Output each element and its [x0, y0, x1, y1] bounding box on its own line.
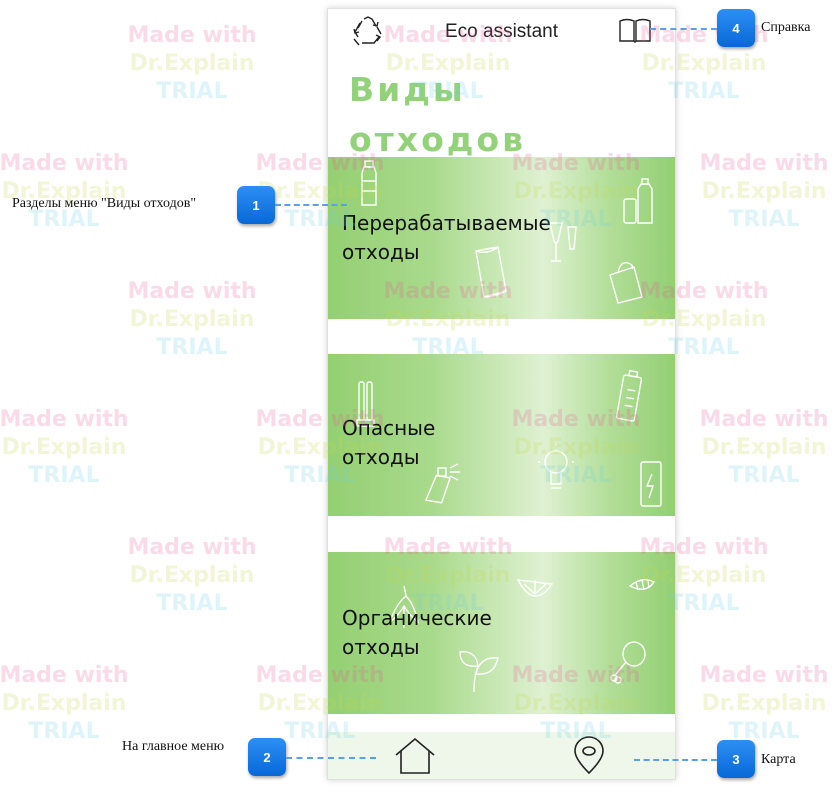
- callout-label-4: Справка: [761, 20, 811, 35]
- app-screen: Eco assistant Виды отходов Перерабатывае…: [327, 8, 676, 780]
- callout-badge-2: 2: [248, 738, 286, 776]
- menu-card-recyclable[interactable]: Перерабатываемые отходы: [328, 157, 675, 319]
- top-bar: Eco assistant: [328, 9, 675, 55]
- callout-badge-4: 4: [717, 9, 755, 47]
- light-bulb-icon: [538, 444, 574, 489]
- bag-icon: [609, 262, 643, 304]
- bottom-nav-bar: [328, 732, 675, 779]
- menu-card-label: Опасные отходы: [342, 416, 436, 469]
- bottle-icon: [361, 160, 377, 206]
- menu-card-label: Перерабатываемые отходы: [342, 211, 551, 264]
- page-title-line1: Виды: [349, 70, 466, 109]
- watermark: Made with Dr.Explain TRIAL: [0, 151, 129, 232]
- watermark: Made with Dr.Explain TRIAL: [699, 663, 829, 744]
- callout-line-1: [275, 204, 347, 206]
- page-title: Виды отходов: [349, 65, 526, 165]
- battery-icon: [615, 369, 643, 422]
- watermark: Made with Dr.Explain TRIAL: [699, 407, 829, 488]
- callout-badge-1: 1: [237, 186, 275, 224]
- map-pin-icon[interactable]: [572, 735, 606, 775]
- watermark: Made with Dr.Explain TRIAL: [127, 535, 257, 616]
- callout-badge-3: 3: [717, 740, 755, 778]
- menu-card-label: Органические отходы: [342, 606, 492, 659]
- callout-line-2: [286, 757, 376, 759]
- callout-label-1: Разделы меню "Виды отходов": [12, 196, 197, 211]
- callout-line-4: [650, 28, 717, 30]
- book-icon[interactable]: [618, 17, 652, 45]
- menu-card-organic[interactable]: Органические отходы: [328, 552, 675, 714]
- chicken-leg-icon: [610, 641, 646, 684]
- watermark: Made with Dr.Explain TRIAL: [699, 151, 829, 232]
- energy-drink-icon: [640, 461, 662, 507]
- fish-bone-icon: [628, 579, 656, 591]
- callout-label-3: Карта: [761, 752, 796, 767]
- callout-line-3: [634, 759, 717, 761]
- glass-icon: [549, 222, 577, 262]
- watermark: Made with Dr.Explain TRIAL: [0, 663, 129, 744]
- watermark: Made with Dr.Explain TRIAL: [127, 279, 257, 360]
- home-icon[interactable]: [394, 737, 436, 775]
- watermark: Made with Dr.Explain TRIAL: [0, 407, 129, 488]
- menu-card-hazardous[interactable]: Опасные отходы: [328, 354, 675, 516]
- callout-label-2: На главное меню: [122, 739, 225, 754]
- bottles-icon: [623, 178, 653, 224]
- watermark: Made with Dr.Explain TRIAL: [127, 23, 257, 104]
- lemon-slice-icon: [516, 579, 554, 597]
